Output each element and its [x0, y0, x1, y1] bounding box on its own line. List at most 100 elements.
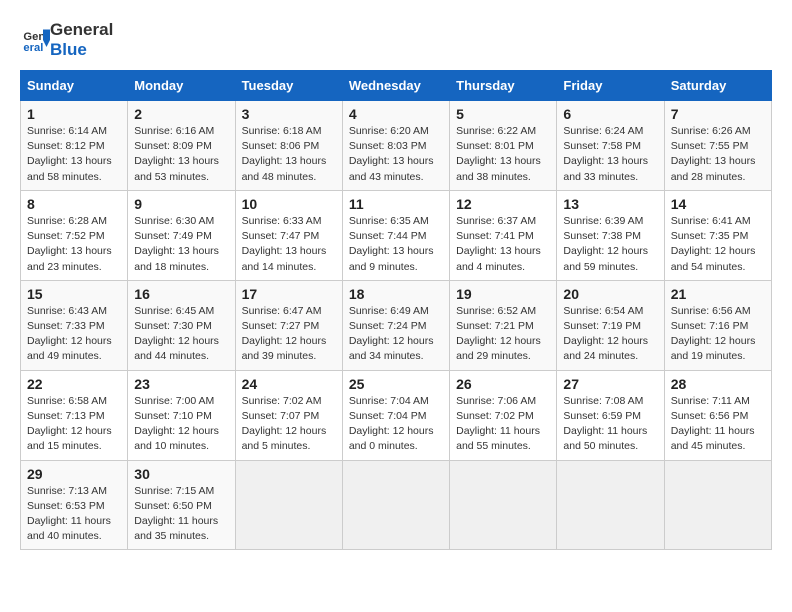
day-number: 3: [242, 106, 336, 122]
day-number: 23: [134, 376, 228, 392]
calendar-cell: 22 Sunrise: 6:58 AM Sunset: 7:13 PM Dayli…: [21, 370, 128, 460]
calendar-cell: 7 Sunrise: 6:26 AM Sunset: 7:55 PM Daylig…: [664, 101, 771, 191]
calendar-cell: [557, 460, 664, 550]
header-cell-wednesday: Wednesday: [342, 71, 449, 101]
day-info: Sunrise: 7:13 AM Sunset: 6:53 PM Dayligh…: [27, 484, 121, 545]
calendar-cell: 30 Sunrise: 7:15 AM Sunset: 6:50 PM Dayli…: [128, 460, 235, 550]
day-info: Sunrise: 7:04 AM Sunset: 7:04 PM Dayligh…: [349, 394, 443, 455]
day-info: Sunrise: 6:56 AM Sunset: 7:16 PM Dayligh…: [671, 304, 765, 365]
day-number: 9: [134, 196, 228, 212]
day-info: Sunrise: 6:18 AM Sunset: 8:06 PM Dayligh…: [242, 124, 336, 185]
calendar-cell: [450, 460, 557, 550]
day-info: Sunrise: 7:02 AM Sunset: 7:07 PM Dayligh…: [242, 394, 336, 455]
day-number: 6: [563, 106, 657, 122]
calendar-cell: 19 Sunrise: 6:52 AM Sunset: 7:21 PM Dayli…: [450, 280, 557, 370]
day-number: 7: [671, 106, 765, 122]
calendar-cell: [235, 460, 342, 550]
day-info: Sunrise: 6:35 AM Sunset: 7:44 PM Dayligh…: [349, 214, 443, 275]
day-number: 20: [563, 286, 657, 302]
calendar-cell: [664, 460, 771, 550]
day-info: Sunrise: 6:58 AM Sunset: 7:13 PM Dayligh…: [27, 394, 121, 455]
day-number: 29: [27, 466, 121, 482]
calendar-row: 1 Sunrise: 6:14 AM Sunset: 8:12 PM Daylig…: [21, 101, 772, 191]
day-number: 30: [134, 466, 228, 482]
day-number: 18: [349, 286, 443, 302]
day-number: 28: [671, 376, 765, 392]
day-info: Sunrise: 7:06 AM Sunset: 7:02 PM Dayligh…: [456, 394, 550, 455]
day-info: Sunrise: 7:15 AM Sunset: 6:50 PM Dayligh…: [134, 484, 228, 545]
day-number: 17: [242, 286, 336, 302]
calendar-cell: 11 Sunrise: 6:35 AM Sunset: 7:44 PM Dayli…: [342, 190, 449, 280]
day-info: Sunrise: 7:00 AM Sunset: 7:10 PM Dayligh…: [134, 394, 228, 455]
calendar-row: 8 Sunrise: 6:28 AM Sunset: 7:52 PM Daylig…: [21, 190, 772, 280]
day-number: 21: [671, 286, 765, 302]
calendar-body: 1 Sunrise: 6:14 AM Sunset: 8:12 PM Daylig…: [21, 101, 772, 550]
logo-icon: Gen eral: [22, 26, 50, 54]
calendar-cell: 14Sunrise: 6:41 AM Sunset: 7:35 PM Dayli…: [664, 190, 771, 280]
calendar-cell: 3 Sunrise: 6:18 AM Sunset: 8:06 PM Daylig…: [235, 101, 342, 191]
calendar-cell: 26 Sunrise: 7:06 AM Sunset: 7:02 PM Dayli…: [450, 370, 557, 460]
day-number: 8: [27, 196, 121, 212]
day-number: 12: [456, 196, 550, 212]
day-info: Sunrise: 7:08 AM Sunset: 6:59 PM Dayligh…: [563, 394, 657, 455]
day-info: Sunrise: 6:26 AM Sunset: 7:55 PM Dayligh…: [671, 124, 765, 185]
calendar-cell: 2Sunrise: 6:16 AM Sunset: 8:09 PM Daylig…: [128, 101, 235, 191]
day-info: Sunrise: 6:33 AM Sunset: 7:47 PM Dayligh…: [242, 214, 336, 275]
day-number: 15: [27, 286, 121, 302]
svg-text:Gen: Gen: [23, 31, 45, 43]
calendar-cell: 17 Sunrise: 6:47 AM Sunset: 7:27 PM Dayli…: [235, 280, 342, 370]
day-number: 26: [456, 376, 550, 392]
calendar-cell: 13 Sunrise: 6:39 AM Sunset: 7:38 PM Dayli…: [557, 190, 664, 280]
calendar-cell: 12 Sunrise: 6:37 AM Sunset: 7:41 PM Dayli…: [450, 190, 557, 280]
day-info: Sunrise: 6:39 AM Sunset: 7:38 PM Dayligh…: [563, 214, 657, 275]
calendar-cell: 29 Sunrise: 7:13 AM Sunset: 6:53 PM Dayli…: [21, 460, 128, 550]
day-number: 5: [456, 106, 550, 122]
calendar-row: 15 Sunrise: 6:43 AM Sunset: 7:33 PM Dayli…: [21, 280, 772, 370]
svg-text:eral: eral: [23, 42, 43, 54]
day-info: Sunrise: 6:28 AM Sunset: 7:52 PM Dayligh…: [27, 214, 121, 275]
day-info: Sunrise: 6:52 AM Sunset: 7:21 PM Dayligh…: [456, 304, 550, 365]
logo-general: General: [50, 20, 113, 39]
day-number: 11: [349, 196, 443, 212]
day-number: 1: [27, 106, 121, 122]
calendar-table: SundayMondayTuesdayWednesdayThursdayFrid…: [20, 70, 772, 550]
calendar-cell: 23 Sunrise: 7:00 AM Sunset: 7:10 PM Dayli…: [128, 370, 235, 460]
page-header: Gen eral General Blue: [20, 20, 772, 60]
day-info: Sunrise: 6:47 AM Sunset: 7:27 PM Dayligh…: [242, 304, 336, 365]
calendar-row: 22 Sunrise: 6:58 AM Sunset: 7:13 PM Dayli…: [21, 370, 772, 460]
calendar-cell: 5 Sunrise: 6:22 AM Sunset: 8:01 PM Daylig…: [450, 101, 557, 191]
calendar-cell: 15 Sunrise: 6:43 AM Sunset: 7:33 PM Dayli…: [21, 280, 128, 370]
logo-blue: Blue: [50, 40, 87, 59]
calendar-cell: [342, 460, 449, 550]
day-number: 22: [27, 376, 121, 392]
calendar-cell: 27 Sunrise: 7:08 AM Sunset: 6:59 PM Dayli…: [557, 370, 664, 460]
day-number: 10: [242, 196, 336, 212]
day-number: 27: [563, 376, 657, 392]
day-info: Sunrise: 6:20 AM Sunset: 8:03 PM Dayligh…: [349, 124, 443, 185]
day-info: Sunrise: 6:37 AM Sunset: 7:41 PM Dayligh…: [456, 214, 550, 275]
calendar-header: SundayMondayTuesdayWednesdayThursdayFrid…: [21, 71, 772, 101]
calendar-cell: 6Sunrise: 6:24 AM Sunset: 7:58 PM Daylig…: [557, 101, 664, 191]
day-info: Sunrise: 6:14 AM Sunset: 8:12 PM Dayligh…: [27, 124, 121, 185]
day-info: Sunrise: 6:49 AM Sunset: 7:24 PM Dayligh…: [349, 304, 443, 365]
day-info: Sunrise: 6:45 AM Sunset: 7:30 PM Dayligh…: [134, 304, 228, 365]
calendar-cell: 4Sunrise: 6:20 AM Sunset: 8:03 PM Daylig…: [342, 101, 449, 191]
day-info: Sunrise: 6:54 AM Sunset: 7:19 PM Dayligh…: [563, 304, 657, 365]
calendar-cell: 25 Sunrise: 7:04 AM Sunset: 7:04 PM Dayli…: [342, 370, 449, 460]
calendar-cell: 20 Sunrise: 6:54 AM Sunset: 7:19 PM Dayli…: [557, 280, 664, 370]
header-cell-monday: Monday: [128, 71, 235, 101]
day-info: Sunrise: 6:22 AM Sunset: 8:01 PM Dayligh…: [456, 124, 550, 185]
calendar-cell: 8 Sunrise: 6:28 AM Sunset: 7:52 PM Daylig…: [21, 190, 128, 280]
day-number: 24: [242, 376, 336, 392]
day-info: Sunrise: 7:11 AM Sunset: 6:56 PM Dayligh…: [671, 394, 765, 455]
logo: Gen eral General Blue: [20, 20, 113, 60]
day-number: 25: [349, 376, 443, 392]
calendar-cell: 10 Sunrise: 6:33 AM Sunset: 7:47 PM Dayli…: [235, 190, 342, 280]
calendar-row: 29 Sunrise: 7:13 AM Sunset: 6:53 PM Dayli…: [21, 460, 772, 550]
calendar-cell: 21 Sunrise: 6:56 AM Sunset: 7:16 PM Dayli…: [664, 280, 771, 370]
day-number: 2: [134, 106, 228, 122]
day-number: 13: [563, 196, 657, 212]
calendar-cell: 28 Sunrise: 7:11 AM Sunset: 6:56 PM Dayli…: [664, 370, 771, 460]
day-number: 19: [456, 286, 550, 302]
day-info: Sunrise: 6:43 AM Sunset: 7:33 PM Dayligh…: [27, 304, 121, 365]
